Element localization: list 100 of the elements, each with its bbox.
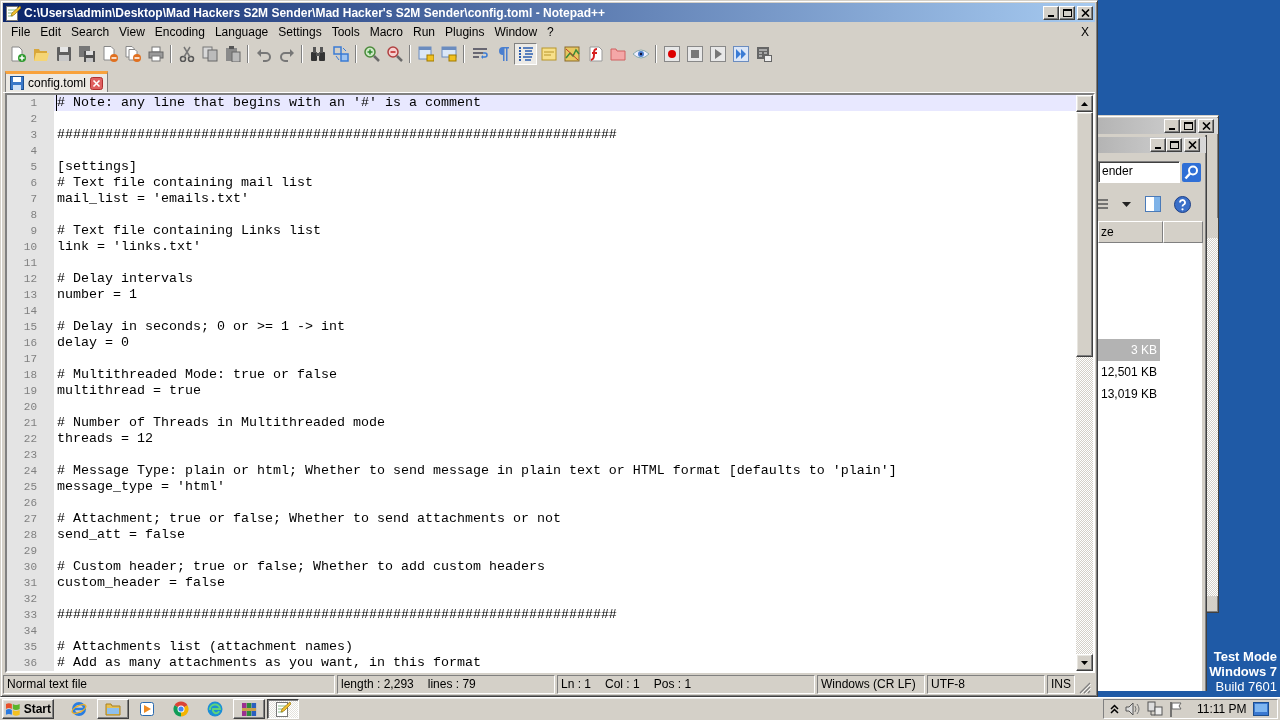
code-line: # Note: any line that begins with an '#' is a comment xyxy=(57,95,481,110)
close-file-icon xyxy=(101,46,118,62)
notepad-icon xyxy=(5,4,21,21)
clock[interactable]: 11:11 PM xyxy=(1197,702,1247,716)
minimize-button[interactable] xyxy=(1043,5,1059,20)
down-arrow-icon xyxy=(1081,660,1088,665)
line-number: 30 xyxy=(23,561,37,573)
line-number: 4 xyxy=(30,145,37,157)
scroll-down-button[interactable] xyxy=(1076,654,1093,671)
help-icon[interactable] xyxy=(1174,195,1191,213)
new-file-icon xyxy=(9,46,26,62)
flag-icon[interactable] xyxy=(1169,701,1183,717)
file-row[interactable]: 13,019 KB xyxy=(1098,383,1160,405)
column-header[interactable]: ze xyxy=(1098,221,1163,243)
search-icon[interactable] xyxy=(1182,162,1201,182)
line-number: 5 xyxy=(30,161,37,173)
maximize-button[interactable] xyxy=(1059,5,1075,20)
code-line: # Text file containing Links list xyxy=(57,223,321,238)
indent-guide-button[interactable] xyxy=(514,43,537,65)
start-button[interactable]: Start xyxy=(2,699,54,719)
vertical-scrollbar[interactable] xyxy=(1076,95,1093,671)
indent-guide-icon xyxy=(517,46,534,62)
menu-item[interactable]: Language xyxy=(209,25,274,39)
line-number: 28 xyxy=(23,529,37,541)
notepad-icon xyxy=(275,701,291,717)
code-line: ###################################################################### xyxy=(57,607,617,622)
network-icon[interactable] xyxy=(1147,701,1163,717)
minimize-button[interactable] xyxy=(1150,138,1166,152)
minimize-button[interactable] xyxy=(1164,119,1180,133)
speaker-icon[interactable] xyxy=(1125,702,1141,716)
line-number: 22 xyxy=(23,433,37,445)
desktop-text: Build 7601 xyxy=(1214,679,1277,694)
binoculars-icon xyxy=(309,46,326,62)
menu-item[interactable]: View xyxy=(114,25,150,39)
close-button[interactable] xyxy=(1198,119,1214,133)
close-icon[interactable] xyxy=(90,76,104,90)
column-header[interactable] xyxy=(1163,221,1203,243)
maximize-button[interactable] xyxy=(1166,138,1182,152)
line-number: 27 xyxy=(23,513,37,525)
books-icon xyxy=(241,701,257,717)
open-folder-icon xyxy=(32,46,49,62)
line-number: 12 xyxy=(23,273,37,285)
menu-item[interactable]: Plugins xyxy=(440,25,490,39)
eye-icon xyxy=(632,46,649,62)
line-number: 15 xyxy=(23,321,37,333)
menu-item[interactable]: ? xyxy=(542,25,559,39)
close-button[interactable] xyxy=(1184,138,1200,152)
floppy-disks-icon xyxy=(78,46,95,62)
maximize-icon xyxy=(1062,8,1072,17)
menu-item[interactable]: Macro xyxy=(364,25,408,39)
maximize-button[interactable] xyxy=(1180,119,1196,133)
status-text: length : 2,293 xyxy=(341,676,414,693)
play-icon xyxy=(709,46,726,62)
chevron-up-icon[interactable] xyxy=(1110,704,1119,714)
line-number: 26 xyxy=(23,497,37,509)
menu-item[interactable]: Tools xyxy=(326,25,365,39)
list-view-icon[interactable] xyxy=(1098,198,1108,210)
file-row[interactable]: 12,501 KB xyxy=(1098,361,1160,383)
line-number: 32 xyxy=(23,593,37,605)
code-line: # Custom header; true or false; Whether to add custom headers xyxy=(57,559,545,574)
menu-item[interactable]: Run xyxy=(408,25,441,39)
resize-grip-icon[interactable] xyxy=(1079,682,1091,694)
menu-item[interactable]: Edit xyxy=(35,25,67,39)
line-number: 17 xyxy=(23,353,37,365)
line-number: 35 xyxy=(23,641,37,653)
search-field[interactable]: ender xyxy=(1098,161,1180,183)
window-lock-icon xyxy=(440,46,457,62)
file-tab[interactable]: config.toml xyxy=(5,71,109,92)
line-number: 14 xyxy=(23,305,37,317)
maximize-icon xyxy=(1183,122,1193,130)
menu-item[interactable]: File xyxy=(6,25,36,39)
minimize-icon xyxy=(1169,128,1175,130)
line-number: 31 xyxy=(23,577,37,589)
taskbar-button[interactable] xyxy=(267,699,299,719)
macro-list-icon xyxy=(755,46,772,62)
status-text: Windows (CR LF) xyxy=(821,676,916,693)
clipboard-icon xyxy=(224,46,241,62)
menu-item[interactable]: Window xyxy=(489,25,543,39)
line-number: 24 xyxy=(23,465,37,477)
preview-pane-icon[interactable] xyxy=(1145,196,1161,212)
scissors-icon xyxy=(178,46,195,62)
line-number: 20 xyxy=(23,401,37,413)
caret-icon[interactable] xyxy=(1122,201,1131,207)
record-icon xyxy=(663,46,680,62)
menu-item[interactable]: Search xyxy=(66,25,115,39)
line-number: 29 xyxy=(23,545,37,557)
menu-item[interactable]: Settings xyxy=(273,25,327,39)
close-button[interactable] xyxy=(1077,5,1093,20)
code-line: ###################################################################### xyxy=(57,127,617,142)
line-number: 16 xyxy=(23,337,37,349)
show-desktop-icon[interactable] xyxy=(1252,702,1269,716)
scroll-up-button[interactable] xyxy=(1076,95,1093,112)
menu-item[interactable]: Encoding xyxy=(149,25,210,39)
stop-icon xyxy=(686,46,703,62)
scrollbar-thumb[interactable] xyxy=(1076,112,1093,357)
minimize-icon xyxy=(1048,14,1054,17)
text-editor[interactable] xyxy=(5,93,1095,673)
circle-logo-icon xyxy=(173,701,189,717)
desktop-text: Windows 7 xyxy=(1209,664,1277,679)
close-document-button[interactable]: X xyxy=(1075,25,1095,39)
